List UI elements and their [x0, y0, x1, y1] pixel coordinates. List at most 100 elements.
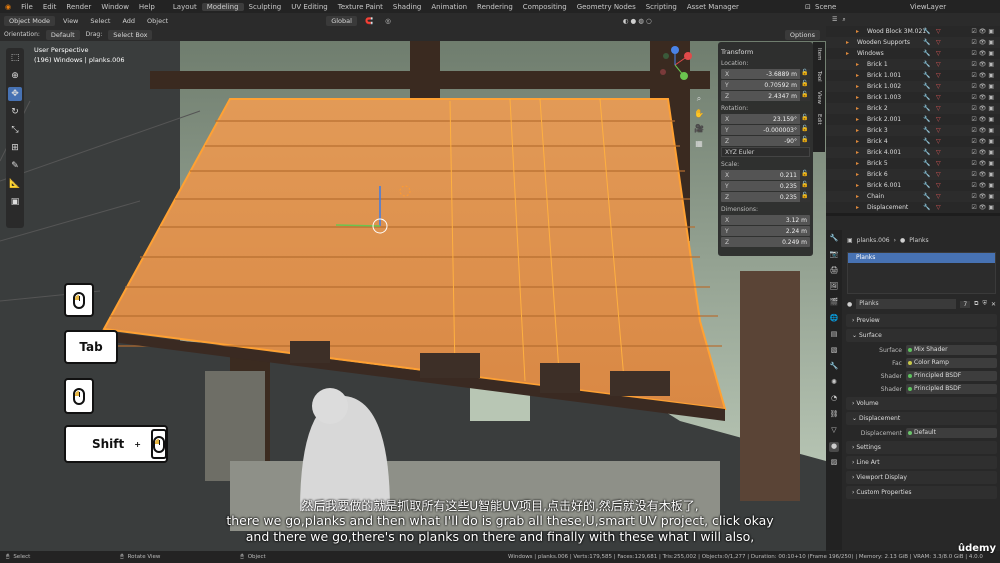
mesh-data-icon[interactable]: ▽ — [936, 171, 941, 178]
scale-z-field[interactable]: Z 0.235 🔓 — [721, 192, 810, 202]
world-icon[interactable]: 🌐 — [829, 314, 839, 324]
modifier-icon[interactable]: 🔧 — [923, 72, 930, 79]
object-icon[interactable]: ▧ — [829, 346, 839, 356]
outliner-row[interactable]: ▸ Brick 3 🔧 ▽ ☑👁▣ — [826, 125, 1000, 136]
panel-viewport-display[interactable]: › Viewport Display — [846, 471, 997, 484]
tab-compositing[interactable]: Compositing — [518, 3, 572, 11]
outliner-row[interactable]: ▸ Chain 🔧 ▽ ☑👁▣ — [826, 191, 1000, 202]
mode-select[interactable]: Object Mode — [4, 15, 55, 26]
mesh-data-icon[interactable]: ▽ — [936, 116, 941, 123]
select-box-tool-icon[interactable]: ⬚ — [8, 51, 22, 65]
modifier-icon[interactable]: 🔧 — [923, 50, 930, 57]
outliner-row[interactable]: ▸ Brick 4.001 🔧 ▽ ☑👁▣ — [826, 147, 1000, 158]
options-button[interactable]: Options — [784, 29, 820, 40]
modifier-icon[interactable]: 🔧 — [923, 61, 930, 68]
mesh-data-icon[interactable]: ▽ — [936, 105, 941, 112]
displacement-field[interactable]: Default — [906, 428, 997, 438]
material-name-field[interactable]: Planks — [856, 299, 957, 309]
view-layer-name[interactable]: ViewLayer — [905, 3, 951, 11]
rotate-tool-icon[interactable]: ↻ — [8, 105, 22, 119]
mesh-data-icon[interactable]: ▽ — [936, 72, 941, 79]
menu-render[interactable]: Render — [61, 3, 96, 11]
menu-object[interactable]: Object — [143, 17, 172, 25]
visibility-icons[interactable]: ☑👁▣ — [971, 39, 996, 46]
mesh-data-icon[interactable]: ▽ — [936, 138, 941, 145]
navigation-gizmo[interactable] — [654, 44, 696, 86]
orientation-select[interactable]: Default — [45, 29, 80, 40]
proportional-edit-icon[interactable]: ◎ — [381, 17, 395, 25]
pan-hand-icon[interactable]: ✋ — [694, 109, 704, 119]
camera-icon[interactable]: 🎥 — [694, 124, 704, 134]
copy-icon[interactable]: ⧉ — [974, 300, 978, 308]
rotation-y-field[interactable]: Y -0.000003° 🔓 — [721, 125, 810, 135]
mesh-data-icon[interactable]: ▽ — [936, 94, 941, 101]
menu-edit[interactable]: Edit — [38, 3, 62, 11]
mesh-data-icon[interactable]: ▽ — [936, 50, 941, 57]
scale-y-field[interactable]: Y 0.235 🔓 — [721, 181, 810, 191]
unlink-icon[interactable]: ✕ — [991, 301, 996, 308]
modifier-icon[interactable]: 🔧 — [923, 28, 930, 35]
visibility-icons[interactable]: ☑👁▣ — [971, 149, 996, 156]
dimension-z-field[interactable]: Z 0.249 m — [721, 237, 810, 247]
modifier-icon[interactable]: 🔧 — [923, 105, 930, 112]
visibility-icons[interactable]: ☑👁▣ — [971, 50, 996, 57]
rotation-x-field[interactable]: X 23.159° 🔓 — [721, 114, 810, 124]
surface-shader-field[interactable]: Mix Shader — [906, 345, 997, 355]
mesh-data-icon[interactable]: ▽ — [936, 193, 941, 200]
visibility-icons[interactable]: ☑👁▣ — [971, 171, 996, 178]
panel-settings[interactable]: › Settings — [846, 441, 997, 454]
outliner-row[interactable]: ▸ Brick 1 🔧 ▽ ☑👁▣ — [826, 59, 1000, 70]
tool-icon[interactable]: 🔧 — [829, 234, 839, 244]
visibility-icons[interactable]: ☑👁▣ — [971, 127, 996, 134]
tab-modeling[interactable]: Modeling — [201, 2, 244, 11]
panel-preview[interactable]: › Preview — [846, 314, 997, 327]
modifier-icon[interactable]: 🔧 — [923, 193, 930, 200]
location-x-field[interactable]: X -3.6889 m 🔓 — [721, 69, 810, 79]
transform-orientation-select[interactable]: Global — [326, 15, 357, 26]
visibility-icons[interactable]: ☑👁▣ — [971, 105, 996, 112]
view-layer-icon[interactable]: 🖼 — [829, 282, 839, 292]
visibility-icons[interactable]: ☑👁▣ — [971, 61, 996, 68]
search-icon[interactable]: ⌕ — [842, 16, 845, 24]
visibility-icons[interactable]: ☑👁▣ — [971, 83, 996, 90]
tab-scripting[interactable]: Scripting — [641, 3, 682, 11]
tab-shading[interactable]: Shading — [388, 3, 426, 11]
outliner-row[interactable]: ▸ Brick 6.001 🔧 ▽ ☑👁▣ — [826, 180, 1000, 191]
tab-sculpting[interactable]: Sculpting — [244, 3, 287, 11]
scale-x-field[interactable]: X 0.211 🔓 — [721, 170, 810, 180]
mesh-data-icon[interactable]: ▽ — [936, 127, 941, 134]
visibility-icons[interactable]: ☑👁▣ — [971, 28, 996, 35]
annotate-tool-icon[interactable]: ✎ — [8, 159, 22, 173]
visibility-icons[interactable]: ☑👁▣ — [971, 72, 996, 79]
visibility-icons[interactable]: ☑👁▣ — [971, 160, 996, 167]
modifier-icon[interactable]: 🔧 — [923, 171, 930, 178]
modifier-icon[interactable]: 🔧 — [923, 182, 930, 189]
scene-icon[interactable]: 🎬 — [829, 298, 839, 308]
modifier-icon[interactable]: 🔧 — [829, 362, 839, 372]
render-icon[interactable]: 📷 — [829, 250, 839, 260]
mesh-data-icon[interactable]: ▽ — [936, 149, 941, 156]
visibility-icons[interactable]: ☑👁▣ — [971, 182, 996, 189]
output-icon[interactable]: 🖨 — [829, 266, 839, 276]
visibility-icons[interactable]: ☑👁▣ — [971, 116, 996, 123]
modifier-icon[interactable]: 🔧 — [923, 204, 930, 211]
visibility-icons[interactable]: ☑👁▣ — [971, 94, 996, 101]
tab-animation[interactable]: Animation — [426, 3, 472, 11]
drag-select[interactable]: Select Box — [108, 29, 153, 40]
visibility-icons[interactable]: ☑👁▣ — [971, 138, 996, 145]
transform-tool-icon[interactable]: ⊞ — [8, 141, 22, 155]
modifier-icon[interactable]: 🔧 — [923, 39, 930, 46]
mesh-data-icon[interactable]: ▽ — [936, 204, 941, 211]
mesh-data-icon[interactable]: ▽ — [936, 39, 941, 46]
material-slot-row[interactable]: Planks — [848, 253, 995, 263]
outliner-row[interactable]: ▸ Brick 2 🔧 ▽ ☑👁▣ — [826, 103, 1000, 114]
collection-icon[interactable]: ▤ — [829, 330, 839, 340]
dimension-y-field[interactable]: Y 2.24 m — [721, 226, 810, 236]
menu-file[interactable]: File — [16, 3, 38, 11]
modifier-icon[interactable]: 🔧 — [923, 160, 930, 167]
menu-select[interactable]: Select — [86, 17, 114, 25]
material-slot-list[interactable]: Planks — [847, 252, 996, 294]
tab-asset-manager[interactable]: Asset Manager — [682, 3, 744, 11]
dimension-x-field[interactable]: X 3.12 m — [721, 215, 810, 225]
outliner-row[interactable]: ▸ Brick 1.001 🔧 ▽ ☑👁▣ — [826, 70, 1000, 81]
